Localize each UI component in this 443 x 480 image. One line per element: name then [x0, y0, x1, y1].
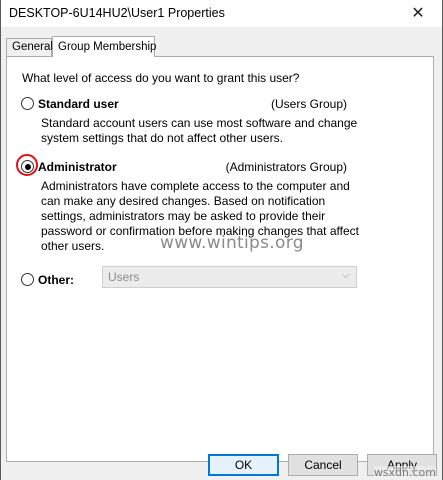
tab-group-membership[interactable]: Group Membership — [52, 36, 156, 57]
watermark-text: www.wintips.org — [160, 233, 304, 253]
standard-user-label[interactable]: Standard user — [38, 97, 119, 111]
properties-dialog: DESKTOP-6U14HU2\User1 Properties ✕ Gener… — [0, 0, 443, 480]
window-title: DESKTOP-6U14HU2\User1 Properties — [9, 6, 225, 20]
title-bar: DESKTOP-6U14HU2\User1 Properties ✕ — [1, 0, 442, 27]
highlight-circle — [16, 154, 38, 176]
dialog-client-area: General Group Membership What level of a… — [1, 27, 442, 480]
close-icon[interactable]: ✕ — [396, 0, 440, 26]
standard-user-radio[interactable] — [21, 97, 34, 110]
other-label[interactable]: Other: — [38, 273, 74, 287]
tab-general[interactable]: General — [6, 38, 53, 56]
corner-watermark: wsxdn.com — [373, 466, 436, 479]
cancel-button[interactable]: Cancel — [288, 454, 358, 476]
other-group-select[interactable]: Users ⌵ — [102, 266, 357, 288]
administrator-label[interactable]: Administrator — [38, 160, 117, 174]
ok-button[interactable]: OK — [208, 454, 279, 476]
administrator-group: (Administrators Group) — [225, 160, 347, 174]
other-group-select-value: Users — [108, 270, 140, 284]
other-radio[interactable] — [21, 273, 34, 286]
access-question: What level of access do you want to gran… — [22, 71, 300, 85]
group-membership-panel: What level of access do you want to gran… — [6, 56, 434, 462]
chevron-down-icon: ⌵ — [341, 269, 350, 281]
standard-user-description: Standard account users can use most soft… — [41, 116, 358, 145]
standard-user-group: (Users Group) — [270, 97, 347, 111]
